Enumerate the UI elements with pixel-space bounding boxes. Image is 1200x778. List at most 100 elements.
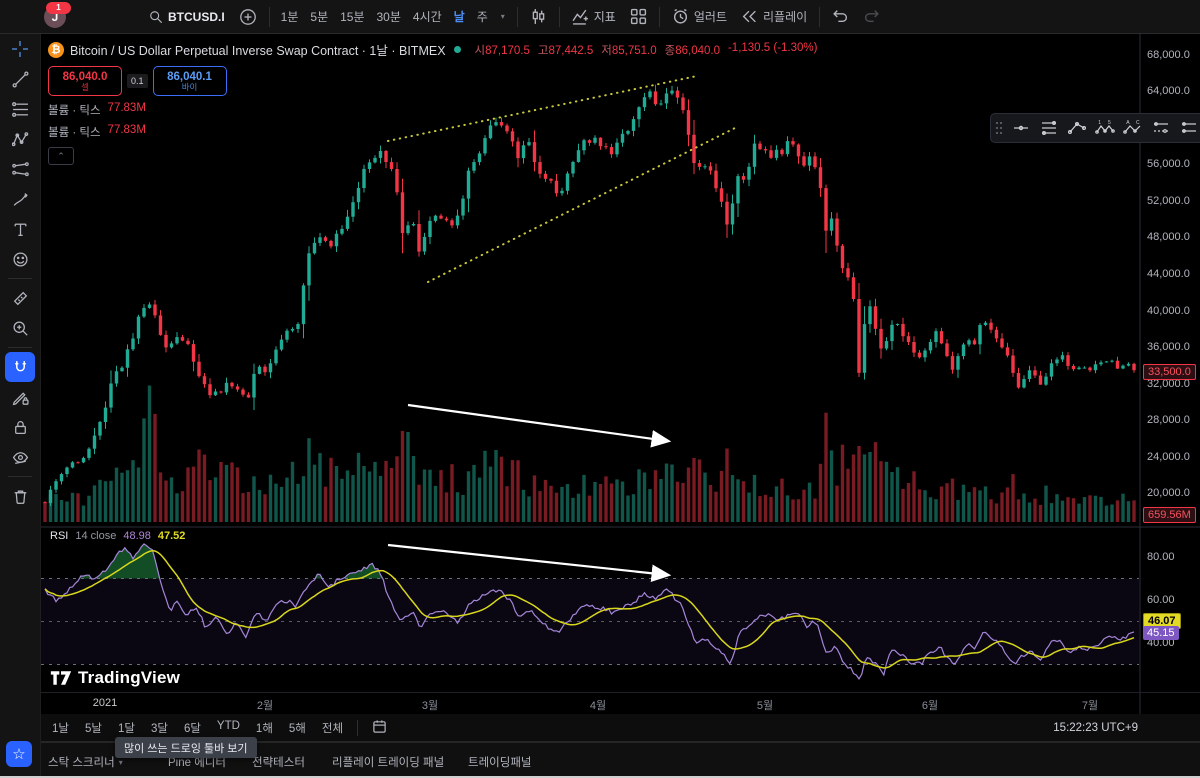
polyline-tool[interactable] [1063, 115, 1091, 141]
volume-legend-row[interactable]: 볼륨 · 틱스 77.83M [48, 124, 817, 140]
drawing-toolbar [0, 34, 41, 778]
spread-value: 0.1 [127, 74, 148, 88]
range-button-4[interactable]: 6달 [176, 718, 209, 738]
chart-type-button[interactable] [523, 4, 554, 30]
layout-grid-button[interactable] [623, 4, 654, 30]
status-tab-3[interactable]: 리플레이 트레이딩 패널 [332, 754, 444, 770]
range-button-6[interactable]: 1해 [248, 718, 281, 738]
svg-text:A: A [1126, 120, 1130, 126]
price-tick: 40,000.0 [1147, 305, 1190, 317]
clock-utc[interactable]: 15:22:23 UTC+9 [1053, 722, 1138, 734]
undo-button[interactable] [825, 4, 856, 30]
alert-button[interactable]: 얼러트 [665, 4, 734, 30]
interval-button-1[interactable]: 5분 [304, 4, 334, 30]
price-tick: 48,000.0 [1147, 231, 1190, 243]
flat-channel-tool[interactable] [1175, 115, 1200, 141]
magnet-tool[interactable] [5, 352, 35, 382]
time-axis-label: 7월 [1081, 700, 1099, 712]
interval-button-0[interactable]: 1분 [275, 4, 305, 30]
crosshair-tool[interactable] [0, 34, 40, 64]
bitcoin-icon: ₿ [48, 41, 64, 58]
ohlc-item: 종86,040.0 [664, 44, 720, 57]
trend-line-tool[interactable] [0, 64, 40, 94]
symbol-title[interactable]: Bitcoin / US Dollar Perpetual Inverse Sw… [70, 40, 446, 59]
symbol-search-button[interactable]: BTCUSD.I [142, 4, 232, 30]
range-button-5[interactable]: YTD [209, 718, 248, 738]
drag-handle[interactable] [991, 115, 1007, 141]
sell-button[interactable]: 86,040.0 셀 [48, 66, 122, 96]
range-button-0[interactable]: 1날 [44, 718, 77, 738]
price-tick: 36,000.0 [1147, 341, 1190, 353]
change-value: -1,130.5 (-1.30%) [727, 41, 818, 54]
interval-button-4[interactable]: 4시간 [407, 4, 448, 30]
collapse-legend-button[interactable]: ⌃ [48, 147, 74, 165]
svg-text:5: 5 [1108, 120, 1111, 126]
hide-all-tool[interactable] [0, 442, 40, 472]
range-button-3[interactable]: 3달 [143, 718, 176, 738]
range-button-8[interactable]: 전체 [314, 718, 351, 738]
rsi-legend[interactable]: RSI 14 close 48.98 47.52 [50, 530, 185, 542]
ruler-tool[interactable] [0, 283, 40, 313]
chart-legend: ₿ Bitcoin / US Dollar Perpetual Inverse … [48, 40, 817, 165]
time-axis-label: 4월 [589, 700, 607, 712]
status-tab-2[interactable]: 전략테스터 [252, 754, 305, 770]
price-tick: 24,000.0 [1147, 451, 1190, 463]
status-tab-0[interactable]: 스탁 스크리너 ▾ [48, 754, 123, 770]
floating-tools-palette: 15 AC [990, 113, 1200, 143]
go-to-date-button[interactable] [364, 717, 395, 739]
trend-angle-tool[interactable] [1007, 115, 1035, 141]
user-avatar[interactable]: J 1 [44, 1, 71, 28]
replay-button[interactable]: 리플레이 [734, 4, 814, 30]
favorites-star-button[interactable]: ☆ [6, 741, 32, 767]
brush-tool[interactable] [0, 184, 40, 214]
interval-button-6[interactable]: 주 [471, 4, 494, 30]
star-icon: ☆ [12, 746, 26, 763]
time-axis[interactable]: 2021 2월 3월 4월 5월 6월 7월 [40, 692, 1200, 715]
status-tab-4[interactable]: 트레이딩패널 [468, 754, 531, 770]
remove-all-tool[interactable] [0, 481, 40, 511]
lock-all-tool[interactable] [0, 412, 40, 442]
top-toolbar: J 1 BTCUSD.I 1분 5분 15분 30분 4시간 날 주 ▾ 지표 얼러트 [0, 0, 1200, 34]
price-tick: 80.00 [1147, 551, 1175, 563]
parallel-lines-tool[interactable] [1035, 115, 1063, 141]
buy-button[interactable]: 86,040.1 바이 [152, 66, 227, 96]
elliott-correction-ac-tool[interactable]: AC [1119, 115, 1147, 141]
price-tick: 56,000.0 [1147, 158, 1190, 170]
interval-button-5[interactable]: 날 [448, 4, 471, 30]
symbol-plus-button[interactable] [232, 4, 264, 30]
text-tool[interactable] [0, 214, 40, 244]
disjoint-channel-tool[interactable] [1147, 115, 1175, 141]
tradingview-logo: TradingView [50, 668, 180, 688]
redo-button[interactable] [856, 4, 887, 30]
range-buttons: 1날 5날 1달 3달 6달 YTD 1해 5해 전체 [44, 718, 351, 738]
range-button-2[interactable]: 1달 [110, 718, 143, 738]
volume-legend-row[interactable]: 볼륨 · 틱스 77.83M [48, 102, 817, 118]
range-button-1[interactable]: 5날 [77, 718, 110, 738]
interval-button-2[interactable]: 15분 [334, 4, 370, 30]
emoji-tool[interactable] [0, 244, 40, 274]
rewind-icon [742, 10, 756, 23]
elliott-impulse-15-tool[interactable]: 15 [1091, 115, 1119, 141]
ohlc-item: 시87,170.5 [474, 44, 530, 57]
zoom-in-tool[interactable] [0, 313, 40, 343]
chevron-down-icon: ▾ [118, 757, 123, 767]
time-axis-label: 2021 [92, 697, 118, 709]
time-axis-label: 6월 [921, 700, 939, 712]
rsi-badge: 45.15 [1143, 626, 1179, 640]
rsi-pane [41, 543, 1139, 681]
price-tick: 68,000.0 [1147, 49, 1190, 61]
interval-group: 1분 5분 15분 30분 4시간 날 주 [275, 4, 494, 30]
drawing-lock-tool[interactable] [0, 382, 40, 412]
range-button-7[interactable]: 5해 [281, 718, 314, 738]
xabcd-pattern-tool[interactable] [0, 124, 40, 154]
time-axis-label: 2월 [256, 700, 274, 712]
undo-icon [833, 10, 848, 22]
fib-lines-tool[interactable] [0, 94, 40, 124]
indicators-button[interactable]: 지표 [565, 4, 623, 30]
interval-more-button[interactable]: ▾ [494, 4, 512, 30]
market-open-dot [453, 46, 461, 53]
indicators-icon [572, 9, 588, 25]
svg-text:1: 1 [1098, 120, 1101, 126]
interval-button-3[interactable]: 30분 [371, 4, 407, 30]
forecast-tool[interactable] [0, 154, 40, 184]
